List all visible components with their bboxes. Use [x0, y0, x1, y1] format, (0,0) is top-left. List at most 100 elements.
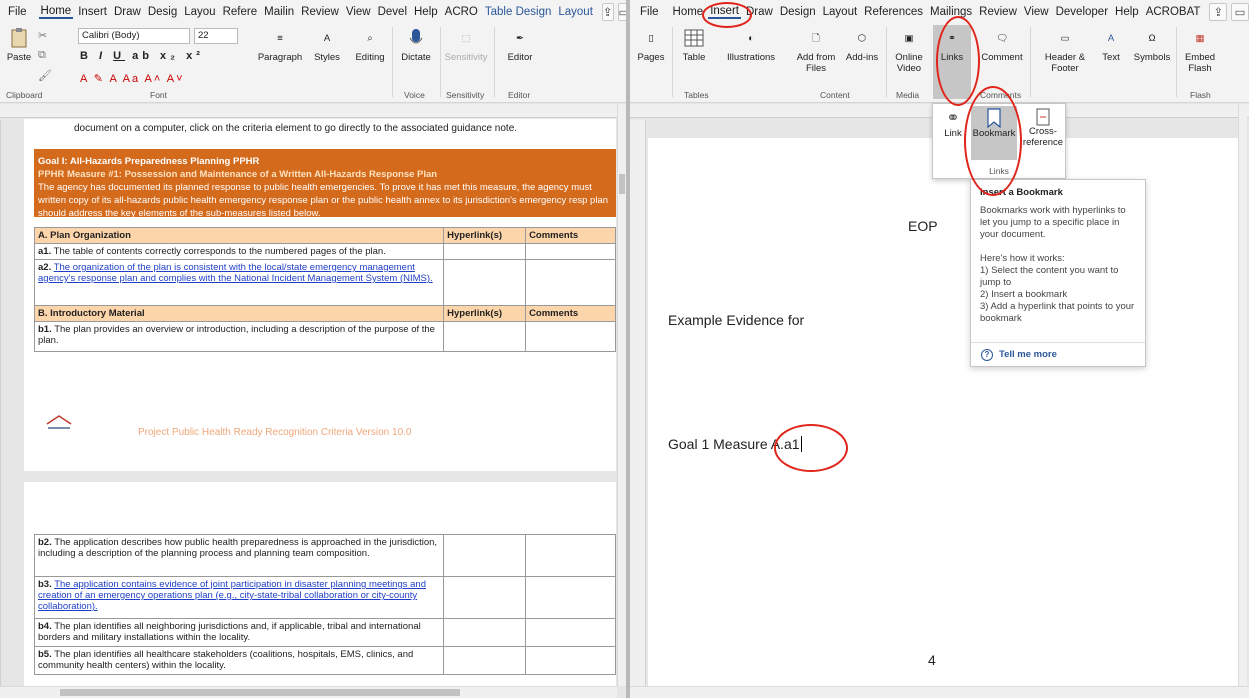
horizontal-scrollbar[interactable] [0, 686, 617, 698]
text-button[interactable]: A Text [1096, 27, 1126, 64]
copy-icon[interactable]: ⧉ [38, 49, 46, 62]
links-button[interactable]: ⚭ Links [933, 25, 971, 99]
hyperlink-cell[interactable] [443, 243, 527, 260]
tab-design[interactable]: Desig [146, 6, 179, 18]
table-button[interactable]: Table [678, 27, 710, 63]
tab-home[interactable]: Home [38, 5, 74, 19]
tab-review[interactable]: Review [299, 6, 341, 18]
header-footer-icon: ▭ [1060, 32, 1070, 44]
hyperlink-cell[interactable] [443, 646, 527, 675]
pages-button[interactable]: ▯ Pages [636, 27, 666, 64]
format-painter-icon[interactable]: 🖌 [38, 69, 52, 82]
horizontal-ruler[interactable] [0, 104, 626, 118]
tab-view[interactable]: View [344, 6, 373, 18]
comment-button[interactable]: 🗨 Comment [978, 27, 1026, 64]
comment-cell[interactable] [525, 646, 616, 675]
criterion-link[interactable]: The application contains evidence of joi… [38, 579, 426, 612]
tab-acrobat[interactable]: ACRO [443, 6, 480, 18]
table-row: b4. The plan identifies all neighboring … [33, 618, 616, 647]
criterion-text: The plan provides an overview or introdu… [38, 324, 435, 346]
tab-draw[interactable]: Draw [112, 6, 143, 18]
tab-references[interactable]: References [862, 6, 925, 18]
comments-icon[interactable]: ▭ [617, 2, 626, 21]
hyperlink-cell[interactable] [443, 534, 527, 577]
share-icon[interactable]: ⇪ [1209, 2, 1228, 21]
tab-references[interactable]: Refere [221, 6, 260, 18]
tell-me-more-link[interactable]: ? Tell me more [971, 342, 1145, 366]
format-buttons[interactable]: B I U ab x₂ x² [80, 50, 204, 62]
tab-insert[interactable]: Insert [76, 6, 109, 18]
tab-acrobat[interactable]: ACROBAT [1144, 6, 1203, 18]
table-icon [682, 27, 706, 49]
hyperlink-cell[interactable] [443, 321, 527, 352]
paste-button[interactable]: Paste [4, 27, 34, 63]
tab-help[interactable]: Help [412, 6, 440, 18]
comment-cell[interactable] [525, 321, 616, 352]
symbols-button[interactable]: Ω Symbols [1132, 27, 1172, 64]
add-ins-button[interactable]: ⬡ Add-ins [844, 27, 880, 64]
tab-view[interactable]: View [1022, 6, 1051, 18]
tab-mailings[interactable]: Mailings [928, 6, 974, 18]
cross-reference-option[interactable]: Cross-reference [1021, 108, 1065, 158]
tab-insert[interactable]: Insert [708, 5, 741, 19]
tab-layout[interactable]: Layou [182, 6, 217, 18]
tab-developer[interactable]: Devel [376, 6, 409, 18]
table-row: b3. The application contains evidence of… [33, 576, 616, 619]
styles-button[interactable]: A Styles [310, 27, 344, 64]
paragraph-button[interactable]: ≡ Paragraph [258, 27, 302, 64]
dictate-button[interactable]: Dictate [398, 27, 434, 63]
illustrations-button[interactable]: ◐ Illustrations [720, 27, 782, 64]
share-icon[interactable]: ⇪ [601, 2, 614, 21]
comment-cell[interactable] [525, 576, 616, 619]
tab-table-design[interactable]: Table Design [483, 6, 553, 18]
tab-home[interactable]: Home [671, 6, 706, 18]
insert-ribbon: ▯ Pages Table ◐ Illustrations 🗋 Add from… [630, 23, 1249, 103]
vertical-scrollbar[interactable] [617, 104, 626, 686]
group-label-voice: Voice [404, 90, 425, 100]
font-size-combo[interactable]: 22 [194, 28, 238, 44]
add-from-files-button[interactable]: 🗋 Add from Files [792, 27, 840, 75]
cut-icon[interactable]: ✂ [38, 29, 47, 42]
hyperlink-cell[interactable] [443, 576, 527, 619]
criterion-text: The table of contents correctly correspo… [51, 246, 386, 257]
comment-cell[interactable] [525, 534, 616, 577]
document-page: b2. The application describes how public… [24, 482, 616, 686]
link-option[interactable]: ⚭ Link [937, 108, 969, 158]
sensitivity-button[interactable]: ⬚ Sensitivity [444, 27, 488, 64]
tab-file[interactable]: File [6, 6, 29, 18]
hyperlink-cell[interactable] [443, 618, 527, 647]
font-color-buttons[interactable]: A ✎ A Aa A˄ A˅ [80, 72, 185, 85]
scrollbar-thumb[interactable] [619, 174, 625, 194]
editing-button[interactable]: ⌕ Editing [352, 27, 388, 64]
horizontal-scrollbar[interactable] [630, 686, 1249, 698]
tab-file[interactable]: File [638, 6, 661, 18]
vertical-ruler[interactable] [630, 120, 646, 686]
flash-icon: ▦ [1195, 32, 1205, 44]
comment-cell[interactable] [525, 243, 616, 260]
comment-cell[interactable] [525, 259, 616, 306]
font-name-combo[interactable]: Calibri (Body) [78, 28, 190, 44]
online-video-button[interactable]: ▣ Online Video [890, 27, 928, 75]
hyperlink-cell[interactable] [443, 259, 527, 306]
bookmark-option[interactable]: Bookmark [971, 106, 1017, 160]
tab-help[interactable]: Help [1113, 6, 1141, 18]
scrollbar-thumb[interactable] [60, 689, 460, 696]
tab-layout[interactable]: Layout [821, 6, 860, 18]
tab-table-layout[interactable]: Layout [556, 6, 595, 18]
tab-review[interactable]: Review [977, 6, 1019, 18]
vertical-scrollbar[interactable] [1238, 104, 1247, 686]
criterion-link[interactable]: The organization of the plan is consiste… [38, 262, 433, 284]
editor-button[interactable]: ✒ Editor [502, 27, 538, 64]
comments-icon[interactable]: ▭ [1231, 2, 1249, 21]
column-header: Hyperlink(s) [443, 305, 527, 322]
comment-cell[interactable] [525, 618, 616, 647]
embed-flash-button[interactable]: ▦ Embed Flash [1180, 27, 1220, 75]
styles-icon: A [323, 32, 331, 44]
header-footer-button[interactable]: ▭ Header & Footer [1038, 27, 1092, 75]
shapes-icon: ◐ [748, 32, 754, 44]
tab-mailings[interactable]: Mailin [262, 6, 296, 18]
tab-developer[interactable]: Developer [1054, 6, 1110, 18]
column-header: Comments [525, 305, 616, 322]
tab-design[interactable]: Design [778, 6, 818, 18]
tab-draw[interactable]: Draw [744, 6, 775, 18]
